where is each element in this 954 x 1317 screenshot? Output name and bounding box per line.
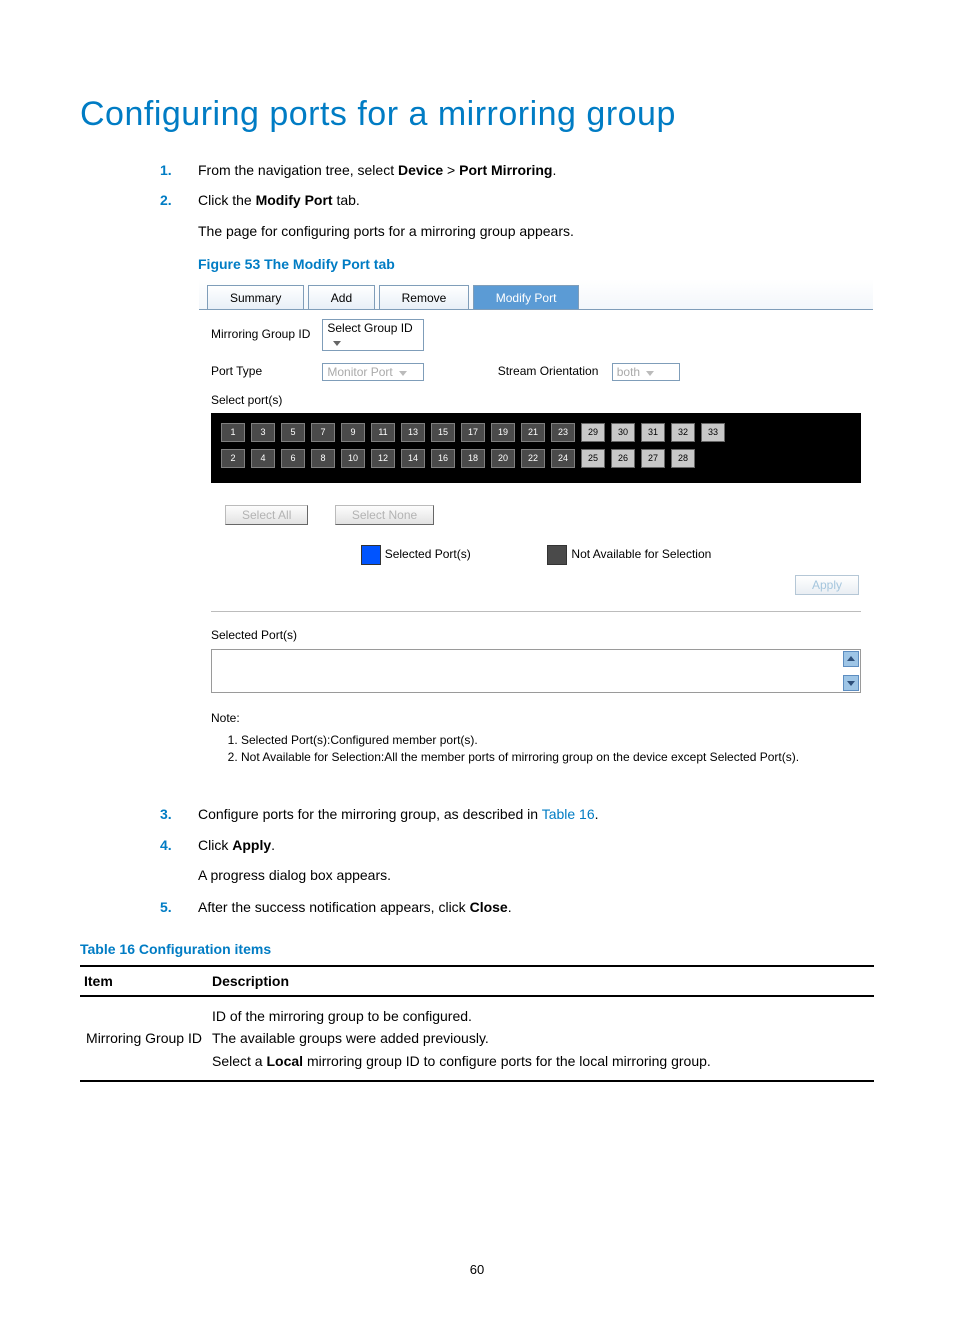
- step-1: From the navigation tree, select Device …: [160, 159, 874, 181]
- port-type-select[interactable]: Monitor Port: [322, 363, 424, 381]
- chevron-down-icon: [333, 341, 341, 346]
- figure-caption: Figure 53 The Modify Port tab: [198, 256, 874, 272]
- step-2: Click the Modify Port tab.: [160, 189, 874, 211]
- port-7[interactable]: 7: [311, 423, 335, 442]
- port-27[interactable]: 27: [641, 449, 665, 468]
- port-5[interactable]: 5: [281, 423, 305, 442]
- port-2[interactable]: 2: [221, 449, 245, 468]
- step-4: Click Apply.: [160, 834, 874, 856]
- port-9[interactable]: 9: [341, 423, 365, 442]
- port-18[interactable]: 18: [461, 449, 485, 468]
- th-item: Item: [80, 966, 208, 996]
- port-16[interactable]: 16: [431, 449, 455, 468]
- port-13[interactable]: 13: [401, 423, 425, 442]
- port-11[interactable]: 11: [371, 423, 395, 442]
- mirroring-group-id-select[interactable]: Select Group ID: [322, 319, 424, 351]
- port-29[interactable]: 29: [581, 423, 605, 442]
- port-24[interactable]: 24: [551, 449, 575, 468]
- port-10[interactable]: 10: [341, 449, 365, 468]
- table-row: Mirroring Group ID ID of the mirroring g…: [80, 996, 874, 1081]
- select-none-button[interactable]: Select None: [335, 505, 434, 525]
- stream-orientation-label: Stream Orientation: [498, 364, 599, 378]
- page-number: 60: [80, 1262, 874, 1277]
- step-4-subnote: A progress dialog box appears.: [198, 864, 874, 886]
- step-3: Configure ports for the mirroring group,…: [160, 803, 874, 825]
- port-4[interactable]: 4: [251, 449, 275, 468]
- tab-summary[interactable]: Summary: [207, 285, 304, 309]
- note-2: Not Available for Selection:All the memb…: [241, 750, 863, 764]
- port-8[interactable]: 8: [311, 449, 335, 468]
- legend-selected-swatch: [361, 545, 381, 565]
- chevron-down-icon: [399, 371, 407, 376]
- configuration-table: Item Description Mirroring Group ID ID o…: [80, 965, 874, 1082]
- th-description: Description: [208, 966, 874, 996]
- mirroring-group-id-label: Mirroring Group ID: [211, 327, 319, 341]
- port-31[interactable]: 31: [641, 423, 665, 442]
- selected-ports-box: [211, 649, 861, 693]
- port-25[interactable]: 25: [581, 449, 605, 468]
- scroll-down-icon[interactable]: [843, 675, 859, 691]
- port-3[interactable]: 3: [251, 423, 275, 442]
- table-caption: Table 16 Configuration items: [80, 941, 874, 957]
- chevron-down-icon: [646, 371, 654, 376]
- tab-modify-port[interactable]: Modify Port: [473, 285, 580, 309]
- port-26[interactable]: 26: [611, 449, 635, 468]
- select-ports-label: Select port(s): [211, 393, 282, 407]
- tab-bar: Summary Add Remove Modify Port: [199, 279, 873, 310]
- step-2-subnote: The page for configuring ports for a mir…: [198, 220, 874, 242]
- port-30[interactable]: 30: [611, 423, 635, 442]
- port-22[interactable]: 22: [521, 449, 545, 468]
- legend-na-swatch: [547, 545, 567, 565]
- port-19[interactable]: 19: [491, 423, 515, 442]
- step-5: After the success notification appears, …: [160, 896, 874, 918]
- tab-remove[interactable]: Remove: [379, 285, 470, 309]
- port-14[interactable]: 14: [401, 449, 425, 468]
- port-33[interactable]: 33: [701, 423, 725, 442]
- port-21[interactable]: 21: [521, 423, 545, 442]
- apply-button[interactable]: Apply: [795, 575, 859, 595]
- stream-orientation-select[interactable]: both: [612, 363, 680, 381]
- port-type-label: Port Type: [211, 364, 319, 378]
- port-6[interactable]: 6: [281, 449, 305, 468]
- port-32[interactable]: 32: [671, 423, 695, 442]
- note-1: Selected Port(s):Configured member port(…: [241, 733, 863, 747]
- port-12[interactable]: 12: [371, 449, 395, 468]
- table-16-link[interactable]: Table 16: [542, 806, 595, 822]
- port-selector[interactable]: 13579111315171921232930313233 2468101214…: [211, 413, 861, 483]
- page-title: Configuring ports for a mirroring group: [80, 95, 874, 134]
- note-title: Note:: [211, 711, 240, 725]
- port-1[interactable]: 1: [221, 423, 245, 442]
- port-17[interactable]: 17: [461, 423, 485, 442]
- port-28[interactable]: 28: [671, 449, 695, 468]
- port-15[interactable]: 15: [431, 423, 455, 442]
- tab-add[interactable]: Add: [308, 285, 375, 309]
- selected-ports-label: Selected Port(s): [211, 628, 297, 642]
- port-20[interactable]: 20: [491, 449, 515, 468]
- port-23[interactable]: 23: [551, 423, 575, 442]
- scroll-up-icon[interactable]: [843, 651, 859, 667]
- select-all-button[interactable]: Select All: [225, 505, 308, 525]
- modify-port-screenshot: Summary Add Remove Modify Port Mirroring…: [198, 278, 874, 781]
